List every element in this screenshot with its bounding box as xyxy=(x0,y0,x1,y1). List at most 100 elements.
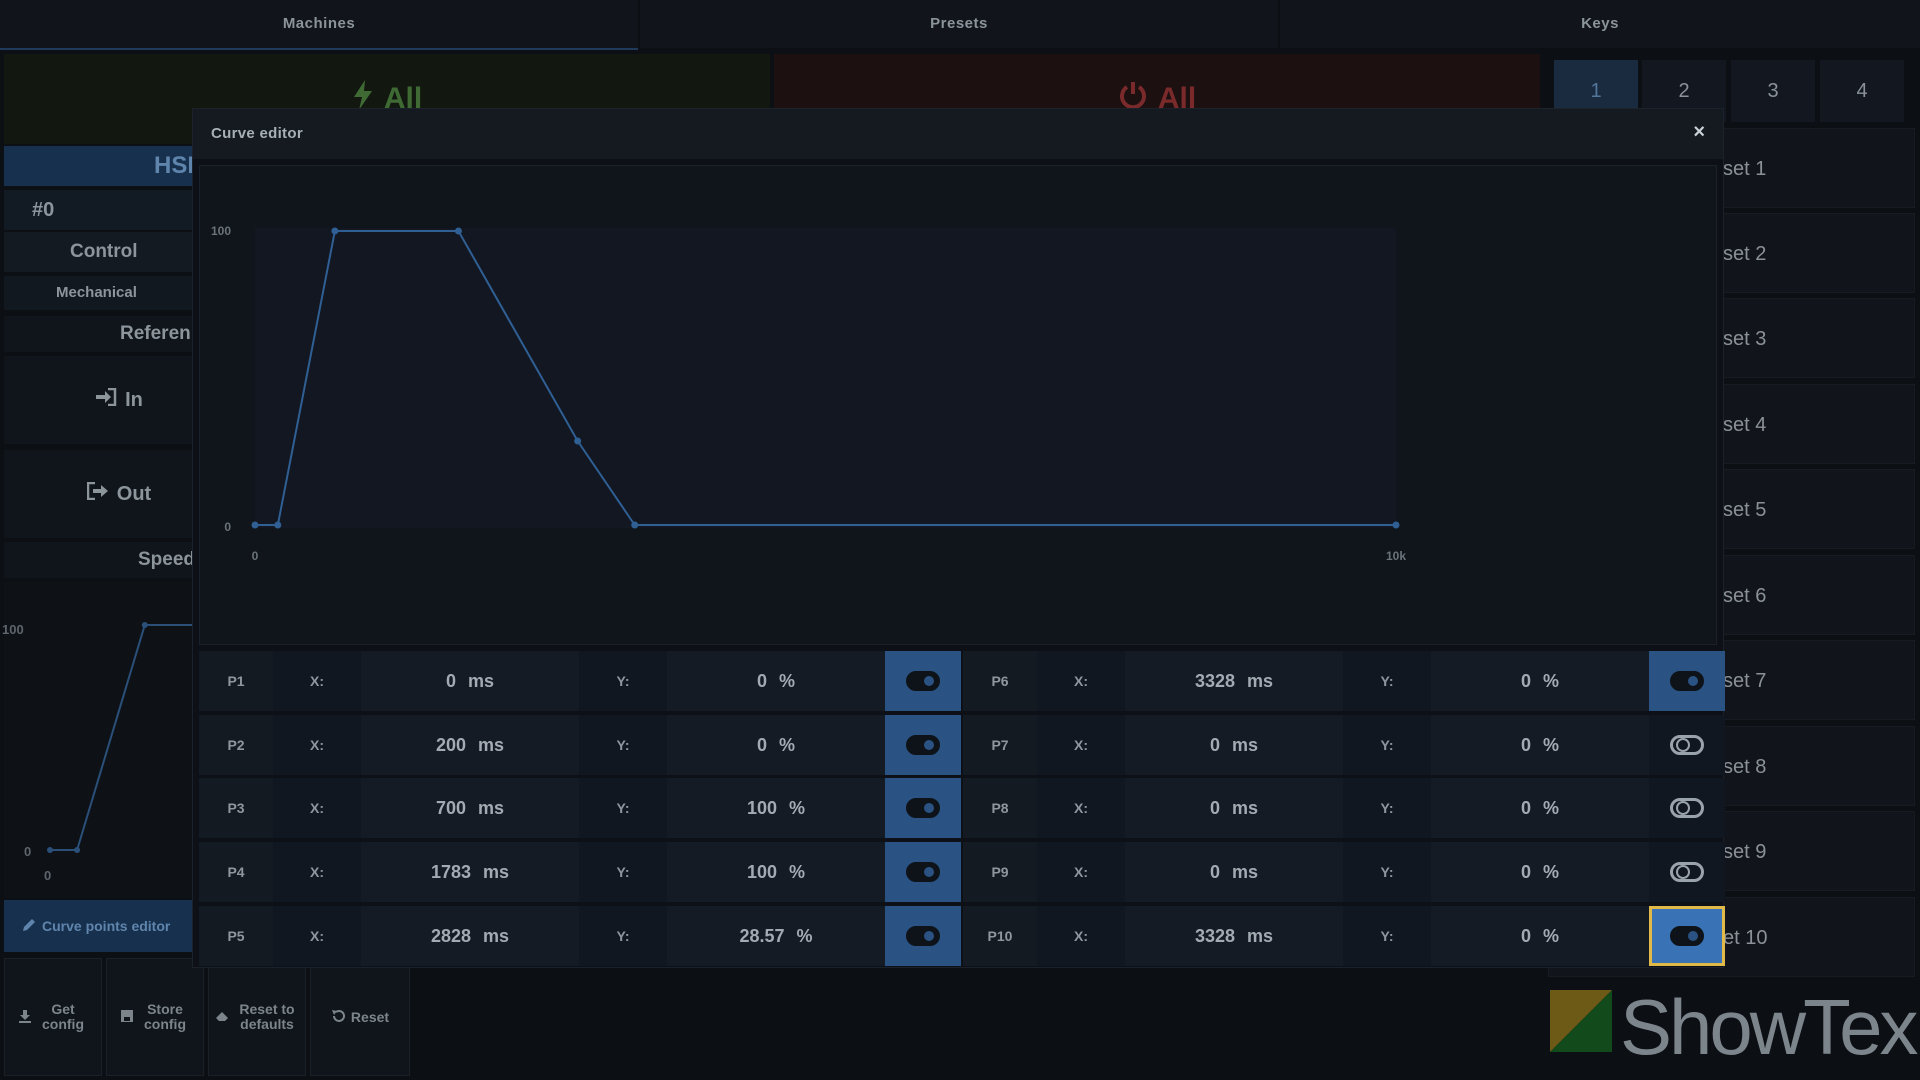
x-label: X: xyxy=(273,842,361,902)
x-unit: ms xyxy=(478,798,505,818)
curve-points-editor-label: Curve points editor xyxy=(42,918,171,934)
x-value: 2828 xyxy=(430,926,472,946)
toggle-knob xyxy=(1676,865,1690,879)
machine-address: #0 xyxy=(4,190,194,230)
get-config-button[interactable]: Get config xyxy=(4,958,102,1076)
x-unit: ms xyxy=(1247,671,1274,691)
x-value-field[interactable]: 0 ms xyxy=(361,651,579,711)
pencil-icon xyxy=(22,918,36,935)
y-label: Y: xyxy=(1343,842,1431,902)
point-enable-toggle[interactable] xyxy=(1649,715,1725,775)
y-value-field[interactable]: 0% xyxy=(1431,715,1649,775)
get-config-label: Get config xyxy=(42,1001,84,1032)
point-enable-toggle[interactable] xyxy=(885,651,961,711)
toggle-on-icon xyxy=(906,671,940,691)
x-value-field[interactable]: 2828 ms xyxy=(361,906,579,966)
point-enable-toggle[interactable] xyxy=(885,715,961,775)
control-tab[interactable]: Control xyxy=(4,232,194,272)
download-icon xyxy=(18,1009,32,1026)
y-tick-label: 0 xyxy=(224,520,231,534)
reset-defaults-button[interactable]: Reset to defaults xyxy=(208,958,306,1076)
reset-defaults-label: Reset to defaults xyxy=(239,1001,295,1032)
point-enable-toggle[interactable] xyxy=(1649,778,1725,838)
mechanical-tab[interactable]: Mechanical xyxy=(4,276,194,310)
toggle-off-icon xyxy=(1670,862,1704,882)
mini-curve-chart xyxy=(4,582,1407,898)
x-value-field[interactable]: 200 ms xyxy=(361,715,579,775)
toggle-on-icon xyxy=(906,798,940,818)
store-config-button[interactable]: Store config xyxy=(106,958,204,1076)
x-label: X: xyxy=(1037,842,1125,902)
curve-point-row-p6: P6 X: 3328 ms Y: 0% xyxy=(963,651,1725,711)
point-enable-toggle[interactable] xyxy=(885,778,961,838)
y-value: 0 xyxy=(1520,798,1531,818)
x-value-field[interactable]: 3328 ms xyxy=(1125,906,1343,966)
y-value: 0 xyxy=(756,735,767,755)
keys-tab-3[interactable]: 3 xyxy=(1731,60,1815,122)
y-label: Y: xyxy=(579,906,667,966)
point-enable-toggle[interactable] xyxy=(1649,906,1725,966)
x-value: 0 xyxy=(1209,798,1220,818)
reference-label: Referen xyxy=(4,316,194,352)
x-value-field[interactable]: 0 ms xyxy=(1125,715,1343,775)
x-label: X: xyxy=(273,906,361,966)
toggle-knob xyxy=(1676,738,1690,752)
point-enable-toggle[interactable] xyxy=(1649,651,1725,711)
keys-tab-4[interactable]: 4 xyxy=(1820,60,1904,122)
curve-point-row-p10: P10 X: 3328 ms Y: 0% xyxy=(963,906,1725,966)
reference-in-button[interactable]: In xyxy=(4,356,194,444)
tab-keys[interactable]: Keys xyxy=(1280,0,1920,48)
curve-points-editor-button[interactable]: Curve points editor xyxy=(4,900,194,952)
y-value-field[interactable]: 0% xyxy=(1431,842,1649,902)
x-value: 0 xyxy=(1209,862,1220,882)
curve-editor-dialog: Curve editor × 100 0 0 10k P1 X: 0 ms Y: 0% P2 X: 2… xyxy=(192,108,1725,968)
curve-point-row-p5: P5 X: 2828 ms Y: 28.57% xyxy=(199,906,961,966)
reference-out-button[interactable]: Out xyxy=(4,450,194,538)
y-value-field[interactable]: 100% xyxy=(667,842,885,902)
x-label: X: xyxy=(273,651,361,711)
curve-point-row-p2: P2 X: 200 ms Y: 0% xyxy=(199,715,961,775)
y-value: 0 xyxy=(1520,735,1531,755)
x-value-field[interactable]: 0 ms xyxy=(1125,842,1343,902)
y-value-field[interactable]: 28.57% xyxy=(667,906,885,966)
x-value-field[interactable]: 0 ms xyxy=(1125,778,1343,838)
y-unit: % xyxy=(789,798,806,818)
showtex-logo-mark xyxy=(1550,990,1620,1056)
toggle-knob xyxy=(924,931,934,941)
point-enable-toggle[interactable] xyxy=(885,906,961,966)
store-config-label: Store config xyxy=(144,1001,186,1032)
x-unit: ms xyxy=(483,926,510,946)
y-value-field[interactable]: 100% xyxy=(667,778,885,838)
close-icon[interactable]: × xyxy=(1693,121,1705,144)
tab-presets[interactable]: Presets xyxy=(640,0,1278,48)
x-value: 3328 xyxy=(1194,926,1236,946)
mini-curve-line xyxy=(50,624,1404,851)
point-name: P4 xyxy=(199,842,273,902)
curve-chart-svg: 100 0 0 10k xyxy=(211,224,1406,563)
x-value-field[interactable]: 3328 ms xyxy=(1125,651,1343,711)
y-value-field[interactable]: 0% xyxy=(1431,651,1649,711)
point-enable-toggle[interactable] xyxy=(885,842,961,902)
tab-machines[interactable]: Machines xyxy=(0,0,638,50)
y-value-field[interactable]: 0% xyxy=(667,715,885,775)
curve-point xyxy=(631,521,639,529)
toggle-knob xyxy=(924,740,934,750)
y-value-field[interactable]: 0% xyxy=(1431,906,1649,966)
mini-curve-point xyxy=(47,847,53,853)
point-name: P5 xyxy=(199,906,273,966)
x-value-field[interactable]: 1783 ms xyxy=(361,842,579,902)
curve-point xyxy=(251,521,259,529)
dialog-title: Curve editor xyxy=(211,125,303,142)
y-value-field[interactable]: 0% xyxy=(667,651,885,711)
y-label: Y: xyxy=(579,778,667,838)
y-label: Y: xyxy=(579,651,667,711)
point-name: P6 xyxy=(963,651,1037,711)
point-enable-toggle[interactable] xyxy=(1649,842,1725,902)
point-name: P3 xyxy=(199,778,273,838)
reset-button[interactable]: Reset xyxy=(310,958,410,1076)
y-value-field[interactable]: 0% xyxy=(1431,778,1649,838)
curve-point-row-p9: P9 X: 0 ms Y: 0% xyxy=(963,842,1725,902)
x-value-field[interactable]: 700 ms xyxy=(361,778,579,838)
machine-header: HSI xyxy=(4,146,194,186)
speed-label: Speed xyxy=(4,542,195,578)
